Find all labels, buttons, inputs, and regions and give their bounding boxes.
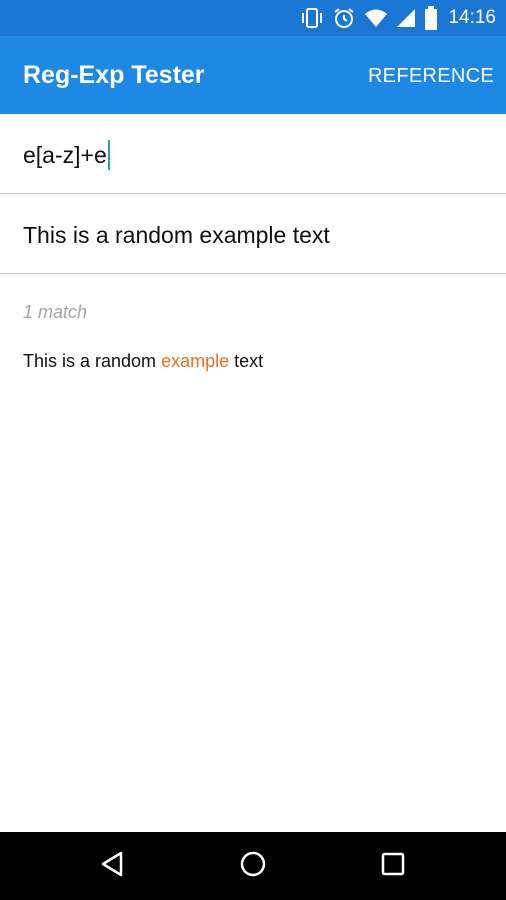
result-text-after: text [229, 351, 264, 371]
home-button[interactable] [235, 848, 271, 884]
text-cursor [107, 140, 110, 170]
reference-button[interactable]: REFERENCE [368, 62, 494, 90]
recents-icon [380, 851, 406, 882]
result-text: This is a random example text [23, 349, 263, 373]
home-icon [239, 850, 267, 883]
wifi-icon [364, 8, 388, 28]
vibrate-icon [300, 7, 324, 29]
recents-button[interactable] [375, 848, 411, 884]
status-bar: 14:16 [0, 0, 506, 36]
result-text-before: This is a random [23, 351, 162, 371]
status-time: 14:16 [448, 7, 496, 28]
battery-icon [424, 6, 438, 30]
back-icon [99, 850, 125, 883]
regex-input-container[interactable]: e[a-z]+e [23, 140, 110, 170]
app-title: Reg-Exp Tester [23, 61, 205, 89]
test-text-input[interactable]: This is a random example text [23, 220, 330, 250]
regex-input[interactable]: e[a-z]+e [23, 142, 107, 168]
alarm-icon [332, 6, 356, 30]
back-button[interactable] [94, 848, 130, 884]
signal-icon [396, 8, 416, 28]
app-bar: Reg-Exp Tester REFERENCE [0, 36, 506, 114]
status-icons: 14:16 [300, 0, 496, 36]
match-count: 1 match [23, 302, 88, 322]
match-highlight: example [161, 351, 230, 371]
test-text-field[interactable]: This is a random example text [0, 194, 506, 274]
nav-bar [0, 832, 506, 900]
regex-field[interactable]: e[a-z]+e [0, 114, 506, 194]
